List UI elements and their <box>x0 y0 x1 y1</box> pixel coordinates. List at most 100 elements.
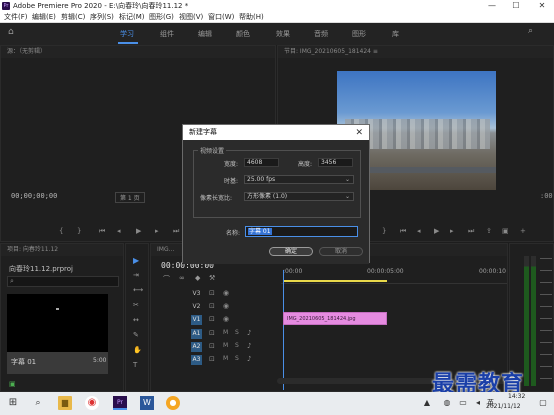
track-label-a1[interactable]: A1 <box>191 329 202 339</box>
track-select-icon[interactable]: ⇥ <box>133 271 139 279</box>
program-panel-header[interactable]: 节目: IMG_20210605_181424 ≡ <box>278 46 553 58</box>
clock-date[interactable]: 2021/11/12 <box>486 403 521 410</box>
cancel-button[interactable]: 取消 <box>319 247 363 256</box>
timeline-clip[interactable]: IMG_20210605_181424.jpg <box>283 312 387 325</box>
step-forward-icon[interactable]: ▸ <box>155 227 159 235</box>
snap-icon[interactable]: ⌒ <box>163 274 170 284</box>
ripple-edit-icon[interactable]: ⟷ <box>133 286 143 294</box>
mic-icon[interactable]: ♪ <box>247 355 251 363</box>
ok-button[interactable]: 确定 <box>269 247 313 256</box>
track-label-v3[interactable]: V3 <box>191 289 202 299</box>
program-bottom-timecode[interactable]: :00:00 <box>540 192 554 200</box>
mute-button[interactable]: M <box>223 342 228 349</box>
menu-clip[interactable]: 剪辑(C) <box>61 12 85 23</box>
program-mark-out-icon[interactable]: } <box>382 227 386 235</box>
mark-in-icon[interactable]: { <box>59 227 63 235</box>
maximize-button[interactable]: ☐ <box>504 0 528 12</box>
sync-lock-icon[interactable]: ⊡ <box>209 289 215 297</box>
menu-view[interactable]: 视图(V) <box>179 12 203 23</box>
menu-file[interactable]: 文件(F) <box>4 12 28 23</box>
eye-icon[interactable]: ◉ <box>223 302 229 310</box>
notification-icon[interactable]: ▢ <box>536 396 550 410</box>
go-to-in-icon[interactable]: ⏮ <box>99 227 105 236</box>
workspace-tab-effects[interactable]: 效果 <box>276 29 290 39</box>
home-icon[interactable]: ⌂ <box>8 27 14 37</box>
hand-tool-icon[interactable]: ✋ <box>133 346 142 354</box>
sync-lock-icon[interactable]: ⊡ <box>209 355 215 363</box>
network-icon[interactable]: ◍ <box>440 396 454 410</box>
program-step-forward-icon[interactable]: ▸ <box>450 227 454 235</box>
clock-time[interactable]: 14:32 <box>508 393 525 400</box>
workspace-tab-learn[interactable]: 学习 <box>120 29 134 39</box>
clip-thumbnail-card[interactable]: 字幕 01 5:00 <box>7 294 108 374</box>
mute-button[interactable]: M <box>223 355 228 362</box>
width-field[interactable]: 4608 <box>244 158 279 167</box>
menu-edit[interactable]: 编辑(E) <box>32 12 56 23</box>
chrome-icon[interactable]: ◉ <box>85 396 99 410</box>
eye-icon[interactable]: ◉ <box>223 315 229 323</box>
slip-tool-icon[interactable]: ↔ <box>133 316 139 324</box>
workspace-tab-color[interactable]: 颜色 <box>236 29 250 39</box>
program-step-back-icon[interactable]: ◂ <box>417 227 421 235</box>
eye-icon[interactable]: ◉ <box>223 289 229 297</box>
start-icon[interactable]: ⊞ <box>6 396 20 410</box>
word-icon[interactable]: W <box>140 396 154 410</box>
selection-tool-icon[interactable]: ▶ <box>133 256 139 265</box>
menu-sequence[interactable]: 序列(S) <box>90 12 114 23</box>
mic-icon[interactable]: ♪ <box>247 342 251 350</box>
workspace-tab-editing[interactable]: 编辑 <box>198 29 212 39</box>
mic-icon[interactable]: ♪ <box>247 329 251 337</box>
solo-button[interactable]: S <box>235 329 239 336</box>
source-panel-header[interactable]: 源：（无剪辑） <box>1 46 275 58</box>
workspace-tab-libraries[interactable]: 库 <box>392 29 399 39</box>
pixel-aspect-select[interactable]: 方形像素 (1.0) ⌄ <box>244 192 354 201</box>
time-ruler[interactable]: :00:00 00:00:05:00 00:00:10 <box>281 266 507 284</box>
title-name-input[interactable]: 字幕 01 <box>245 226 358 237</box>
height-field[interactable]: 3456 <box>318 158 353 167</box>
add-button-icon[interactable]: + <box>520 227 526 235</box>
add-marker-icon[interactable]: ◆ <box>195 274 200 282</box>
search-icon[interactable]: ⌕ <box>528 26 533 36</box>
play-icon[interactable]: ▶ <box>136 227 141 235</box>
file-explorer-icon[interactable]: ▆ <box>58 396 72 410</box>
app-icon[interactable]: ● <box>166 396 180 410</box>
lock-icon[interactable]: ▣ <box>9 380 16 388</box>
volume-icon[interactable]: ◂ <box>471 396 485 410</box>
close-window-button[interactable]: ✕ <box>530 0 554 12</box>
battery-icon[interactable]: ▭ <box>456 396 470 410</box>
razor-tool-icon[interactable]: ✂ <box>133 301 139 309</box>
sync-lock-icon[interactable]: ⊡ <box>209 329 215 337</box>
menu-marker[interactable]: 标记(M) <box>119 12 145 23</box>
step-back-icon[interactable]: ◂ <box>117 227 121 235</box>
project-search-input[interactable]: ⌕ <box>7 276 119 287</box>
track-label-v2[interactable]: V2 <box>191 302 202 312</box>
lift-icon[interactable]: ⇪ <box>486 227 492 235</box>
dialog-close-button[interactable]: ✕ <box>355 126 363 141</box>
program-go-to-in-icon[interactable]: ⏮ <box>400 227 406 236</box>
solo-button[interactable]: S <box>235 342 239 349</box>
linked-selection-icon[interactable]: ∞ <box>179 274 185 282</box>
source-timecode[interactable]: 00;00;00;00 <box>11 192 57 200</box>
workspace-tab-graphics[interactable]: 图形 <box>352 29 366 39</box>
premiere-taskbar-icon[interactable]: Pr <box>113 396 127 410</box>
go-to-out-icon[interactable]: ⏭ <box>173 227 179 236</box>
sync-lock-icon[interactable]: ⊡ <box>209 315 215 323</box>
mark-out-icon[interactable]: } <box>77 227 81 235</box>
type-tool-icon[interactable]: T <box>133 361 137 369</box>
track-label-a2[interactable]: A2 <box>191 342 202 352</box>
wrench-icon[interactable]: ⚒ <box>209 274 215 282</box>
minimize-button[interactable]: — <box>480 0 504 12</box>
mute-button[interactable]: M <box>223 329 228 336</box>
system-tray-icon[interactable]: ▲ <box>420 396 434 410</box>
program-go-to-out-icon[interactable]: ⏭ <box>468 227 474 236</box>
timebase-select[interactable]: 25.00 fps ⌄ <box>244 175 354 184</box>
pen-tool-icon[interactable]: ✎ <box>133 331 139 339</box>
track-label-a3[interactable]: A3 <box>191 355 202 365</box>
track-label-v1[interactable]: V1 <box>191 315 202 325</box>
search-icon[interactable]: ⌕ <box>31 396 45 410</box>
workspace-tab-audio[interactable]: 音频 <box>314 29 328 39</box>
solo-button[interactable]: S <box>235 355 239 362</box>
export-frame-icon[interactable]: ▣ <box>502 227 509 235</box>
menu-window[interactable]: 窗口(W) <box>208 12 234 23</box>
menu-help[interactable]: 帮助(H) <box>239 12 264 23</box>
